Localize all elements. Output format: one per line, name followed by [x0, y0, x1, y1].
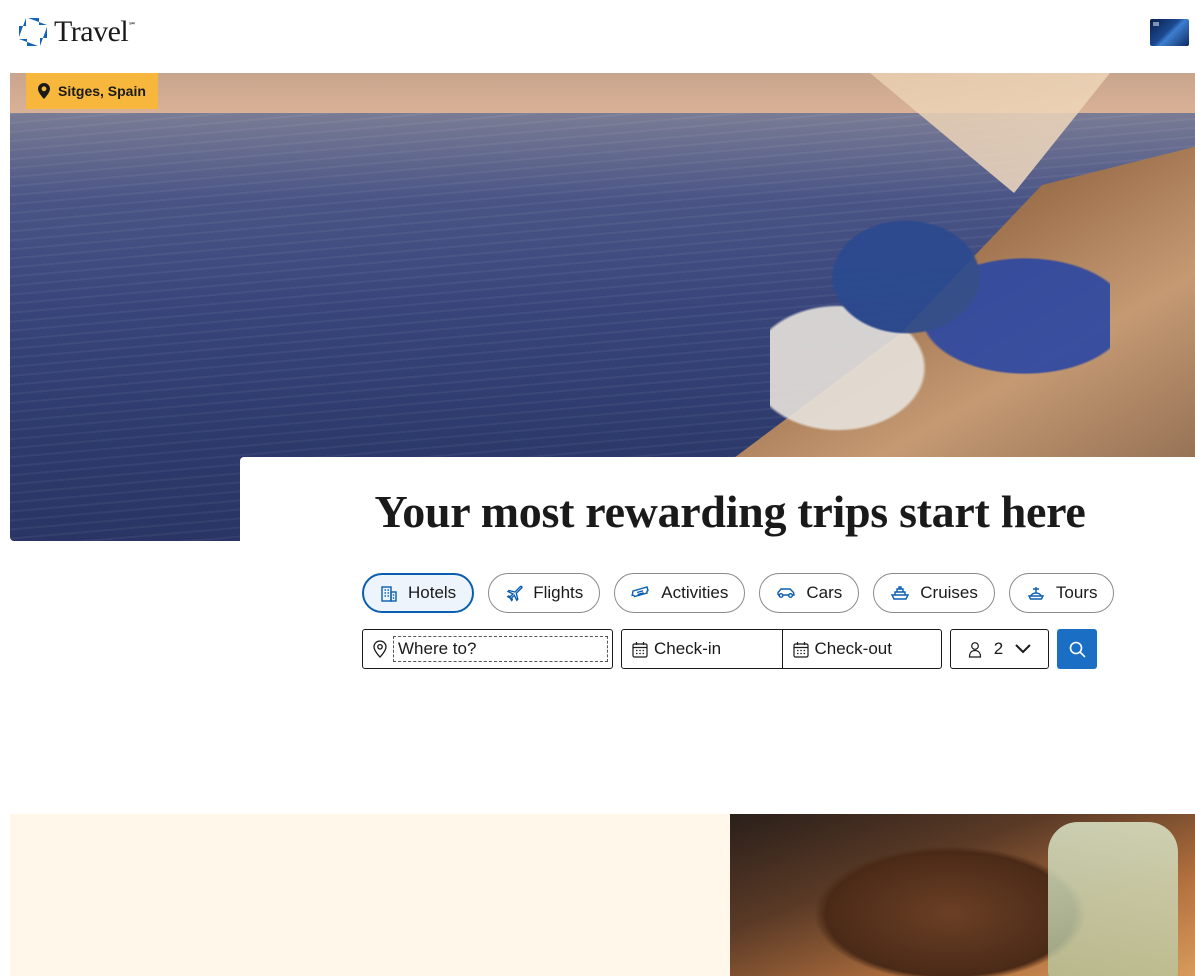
date-range-field: Check-in Check-out: [621, 629, 942, 669]
person-icon: [968, 641, 981, 658]
page-headline: Your most rewarding trips start here: [374, 486, 1086, 537]
tab-hotels-label: Hotels: [408, 583, 457, 602]
tab-flights-label: Flights: [533, 583, 584, 602]
search-panel: Your most rewarding trips start here Hot…: [240, 457, 1195, 717]
destination-field[interactable]: Where to?: [362, 629, 613, 669]
destination-input[interactable]: Where to?: [393, 636, 608, 662]
check-in-field[interactable]: Check-in: [622, 630, 782, 668]
search-tabs: Hotels Flights Activities Cars Cruises T…: [362, 573, 1115, 613]
tab-activities-label: Activities: [661, 583, 729, 602]
promo-glass: [1048, 822, 1178, 976]
credit-card-thumbnail[interactable]: [1150, 19, 1189, 46]
location-pin-icon: [373, 640, 387, 658]
car-icon: [777, 588, 796, 598]
check-in-label: Check-in: [654, 639, 722, 658]
tab-cruises-label: Cruises: [920, 583, 978, 602]
check-out-field[interactable]: Check-out: [781, 630, 942, 668]
location-label: Sitges, Spain: [58, 83, 146, 99]
check-out-label: Check-out: [814, 639, 892, 658]
guests-count: 2: [993, 639, 1004, 658]
search-icon: [1069, 641, 1086, 658]
calendar-icon: [632, 641, 648, 658]
tab-cars-label: Cars: [806, 583, 843, 602]
tab-activities[interactable]: Activities: [614, 573, 746, 613]
tab-hotels[interactable]: Hotels: [362, 573, 475, 613]
travel-logo[interactable]: Travel℠: [18, 16, 136, 48]
location-badge: Sitges, Spain: [26, 73, 158, 109]
ticket-icon: [631, 586, 650, 598]
guests-selector[interactable]: 2: [950, 629, 1049, 669]
map-pin-icon: [38, 83, 50, 99]
tab-cars[interactable]: Cars: [759, 573, 860, 613]
hotel-icon: [381, 586, 397, 602]
search-button[interactable]: [1057, 629, 1097, 669]
tour-icon: [1027, 587, 1045, 600]
promo-image: [730, 814, 1195, 976]
octagon-logo-icon: [19, 18, 47, 46]
tab-cruises[interactable]: Cruises: [873, 573, 995, 613]
tab-flights[interactable]: Flights: [488, 573, 601, 613]
site-header: Travel℠: [0, 0, 1195, 73]
calendar-icon: [792, 641, 809, 658]
tab-tours-label: Tours: [1055, 583, 1098, 602]
tab-tours[interactable]: Tours: [1008, 573, 1115, 613]
logo-trademark: ℠: [128, 21, 136, 30]
promo-panel: [10, 814, 730, 976]
plane-icon: [506, 585, 523, 602]
ship-icon: [891, 586, 910, 600]
chevron-down-icon: [1015, 644, 1031, 654]
logo-text: Travel: [54, 15, 129, 48]
hero-people: [770, 173, 1110, 433]
